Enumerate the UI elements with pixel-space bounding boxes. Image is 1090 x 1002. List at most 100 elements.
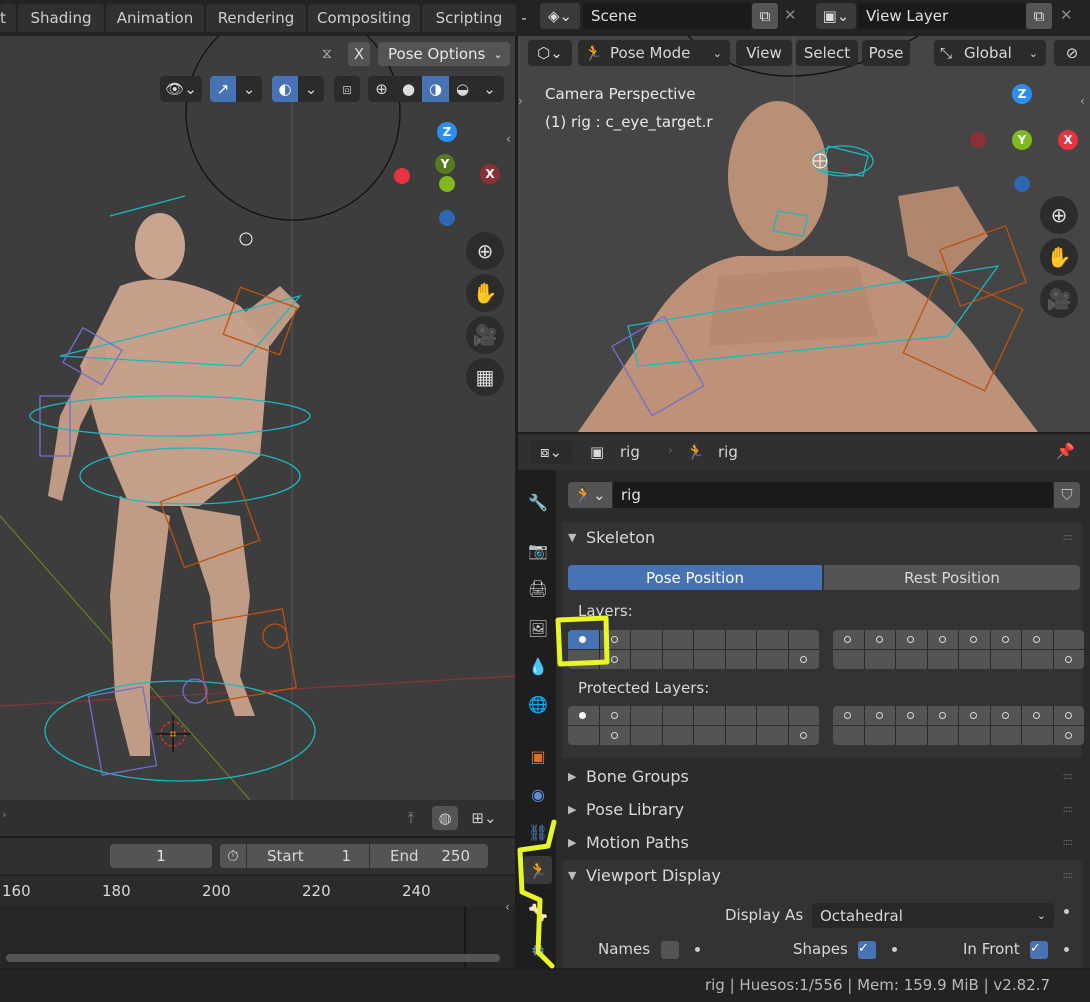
protected-layer-toggle[interactable]: [694, 706, 725, 725]
protected-layer-toggle[interactable]: [1053, 726, 1084, 745]
rendered-shading-icon[interactable]: ◒: [449, 80, 476, 98]
close-view-layer-icon[interactable]: ✕: [1060, 6, 1073, 24]
pose-options-dropdown[interactable]: Pose Options ⌄: [378, 42, 510, 66]
protected-layer-toggle[interactable]: [725, 706, 756, 725]
snap-up-icon[interactable]: ⤒: [398, 806, 424, 830]
protected-layer-toggle[interactable]: [833, 726, 864, 745]
tab-animation[interactable]: Animation: [106, 4, 204, 32]
layer-toggle[interactable]: [725, 650, 756, 669]
sidebar-toggle-icon[interactable]: ‹: [506, 132, 511, 146]
armature-browse-icon[interactable]: 🏃⌄: [568, 482, 612, 508]
layer-toggle[interactable]: [959, 650, 990, 669]
end-frame-field[interactable]: End 250: [370, 844, 488, 868]
gizmo-chevron-icon[interactable]: ⌄: [236, 76, 262, 102]
current-frame-field[interactable]: 1: [110, 844, 212, 868]
view-layer-field[interactable]: View Layer: [858, 3, 1026, 29]
timeline-ruler[interactable]: 160 180 200 220 240: [0, 876, 515, 906]
scene-name-field[interactable]: Scene: [583, 3, 751, 29]
camera-icon[interactable]: 🎥: [1040, 280, 1078, 318]
pose-library-panel-header[interactable]: ▶ Pose Library ::::: [562, 794, 1082, 824]
gizmo-neg-x[interactable]: [970, 132, 986, 148]
layer-toggle[interactable]: [833, 630, 864, 649]
layer-toggle[interactable]: [662, 650, 693, 669]
wireframe-shading-icon[interactable]: ⊕: [368, 80, 395, 98]
output-tab-icon[interactable]: 🖨: [524, 574, 552, 602]
layer-toggle[interactable]: [1022, 630, 1053, 649]
expand-left-icon[interactable]: ›: [2, 808, 6, 821]
protected-layer-toggle[interactable]: [927, 726, 958, 745]
layer-toggle[interactable]: [757, 630, 788, 649]
layer-toggle[interactable]: [1022, 650, 1053, 669]
orientation-dropdown[interactable]: ⤡ Global ⌄: [934, 40, 1046, 66]
proportional-edit-icon[interactable]: ◍: [432, 806, 458, 830]
tab-layout[interactable]: t: [0, 4, 16, 32]
layer-toggle[interactable]: [662, 630, 693, 649]
gizmo-neg-x[interactable]: [394, 168, 410, 184]
pivot-icon[interactable]: ⊘: [1054, 40, 1090, 66]
visibility-icon[interactable]: 👁⌄: [160, 76, 202, 102]
pin-icon[interactable]: 📌: [1056, 442, 1075, 460]
skeleton-panel-header[interactable]: ▼ Skeleton ::::: [562, 522, 1082, 552]
layer-toggle[interactable]: [896, 650, 927, 669]
protected-layer-toggle[interactable]: [788, 726, 819, 745]
close-scene-icon[interactable]: ✕: [784, 6, 797, 24]
gizmo-neg-y[interactable]: [439, 176, 455, 192]
protected-layer-toggle[interactable]: [725, 726, 756, 745]
gizmo-z-axis[interactable]: Z: [437, 122, 457, 142]
protected-layer-toggle[interactable]: [662, 726, 693, 745]
protected-layer-toggle[interactable]: [864, 726, 895, 745]
protected-layer-toggle[interactable]: [1022, 706, 1053, 725]
material-shading-icon[interactable]: ◑: [422, 76, 449, 102]
drag-grip-icon[interactable]: ::::: [1063, 837, 1074, 848]
motion-paths-panel-header[interactable]: ▶ Motion Paths ::::: [562, 827, 1082, 857]
drag-grip-icon[interactable]: ::::: [1063, 532, 1074, 543]
gizmo-neg-z[interactable]: [439, 210, 455, 226]
overlays-chevron-icon[interactable]: ⌄: [298, 76, 324, 102]
layer-toggle[interactable]: [694, 630, 725, 649]
display-as-dropdown[interactable]: Octahedral ⌄: [812, 903, 1054, 928]
keyframe-dot-icon[interactable]: [695, 947, 700, 952]
layer-toggle[interactable]: [896, 630, 927, 649]
editor-type-icon[interactable]: ⬡⌄: [528, 40, 572, 66]
pan-hand-icon[interactable]: ✋: [466, 274, 504, 312]
protected-layer-toggle[interactable]: [662, 706, 693, 725]
gizmo-z-axis[interactable]: Z: [1012, 84, 1032, 104]
protected-layer-toggle[interactable]: [959, 706, 990, 725]
overlays-toggle-icon[interactable]: ◐: [272, 76, 298, 102]
viewport-display-panel-header[interactable]: ▼ Viewport Display ::::: [562, 860, 1082, 890]
breadcrumb-object[interactable]: ▣ rig: [590, 440, 670, 464]
layer-toggle[interactable]: [757, 650, 788, 669]
gizmo-toggle-icon[interactable]: ↗: [210, 76, 236, 102]
sidebar-toggle-icon[interactable]: ‹: [1080, 94, 1085, 108]
keyframe-dot-icon[interactable]: [892, 947, 897, 952]
layer-toggle[interactable]: [631, 650, 662, 669]
protected-layer-toggle[interactable]: [1022, 726, 1053, 745]
drag-grip-icon[interactable]: ::::: [1063, 804, 1074, 815]
copy-view-layer-icon[interactable]: ⧉: [1026, 3, 1052, 29]
gizmo-x-axis[interactable]: X: [1058, 130, 1078, 150]
keyframe-dot-icon[interactable]: [1064, 909, 1069, 914]
render-tab-icon[interactable]: 📷: [524, 536, 552, 564]
layer-toggle[interactable]: [927, 630, 958, 649]
gizmo-neg-z[interactable]: [1014, 176, 1030, 192]
drag-grip-icon[interactable]: ::::: [1063, 870, 1074, 881]
protected-layer-toggle[interactable]: [959, 726, 990, 745]
layer-toggle[interactable]: [1053, 630, 1084, 649]
snap-grid-icon[interactable]: ⊞⌄: [462, 806, 506, 830]
protected-layer-toggle[interactable]: [757, 726, 788, 745]
protected-layer-toggle[interactable]: [833, 706, 864, 725]
protected-layer-toggle[interactable]: [1053, 706, 1084, 725]
in-front-checkbox[interactable]: ✓: [1030, 941, 1048, 959]
properties-editor-type-icon[interactable]: ⧇⌄: [530, 440, 572, 464]
ortho-grid-icon[interactable]: ▦: [466, 358, 504, 396]
pose-menu[interactable]: Pose: [862, 40, 910, 66]
shading-chevron-icon[interactable]: ⌄: [476, 80, 503, 98]
camera-icon[interactable]: 🎥: [466, 316, 504, 354]
view-layer-browse-icon[interactable]: ▣⌄: [816, 3, 856, 29]
stopwatch-icon[interactable]: ⏱: [220, 844, 246, 868]
scene-browse-icon[interactable]: ◈⌄: [540, 3, 580, 29]
timeline-tracks[interactable]: [0, 906, 515, 968]
tool-tab-icon[interactable]: 🔧: [524, 488, 552, 516]
layer-toggle[interactable]: [990, 650, 1021, 669]
tab-rendering[interactable]: Rendering: [206, 4, 306, 32]
